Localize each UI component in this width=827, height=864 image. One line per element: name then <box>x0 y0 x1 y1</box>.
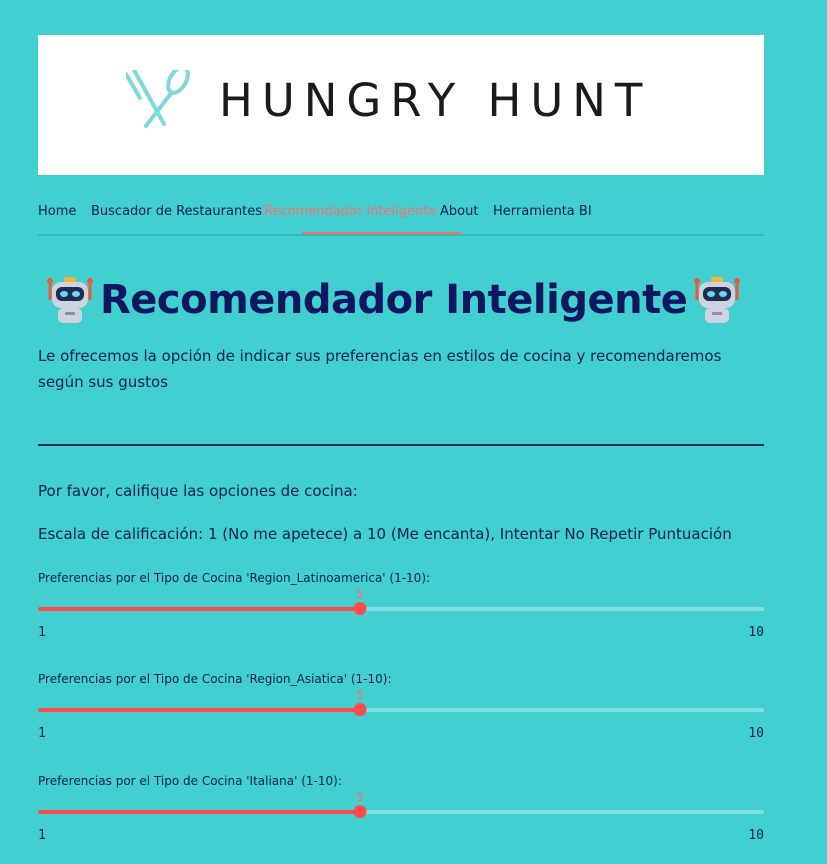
divider <box>38 444 764 446</box>
slider-track[interactable] <box>38 602 764 615</box>
fork-knife-icon <box>126 70 190 128</box>
slider-value: 5 <box>356 587 364 601</box>
slider-track[interactable] <box>38 703 764 716</box>
slider-min: 1 <box>38 726 46 741</box>
header-banner: HUNGRY HUNT <box>38 35 764 175</box>
slider-thumb[interactable] <box>353 703 367 716</box>
rating-scale-text: Escala de calificación: 1 (No me apetece… <box>38 525 732 543</box>
active-tab-indicator <box>302 232 461 234</box>
page-title-text: Recomendador Inteligente <box>100 277 688 323</box>
page-title: Recomendador Inteligente <box>44 272 743 328</box>
slider-max: 10 <box>748 726 764 741</box>
rating-prompt: Por favor, califique las opciones de coc… <box>38 482 358 500</box>
nav-item-buscador[interactable]: Buscador de Restaurantes <box>91 204 262 219</box>
slider-min: 1 <box>38 625 46 640</box>
slider-label: Preferencias por el Tipo de Cocina 'Regi… <box>38 672 392 686</box>
slider-asiatica: Preferencias por el Tipo de Cocina 'Regi… <box>38 672 764 762</box>
nav-item-home[interactable]: Home <box>38 204 76 219</box>
slider-thumb[interactable] <box>353 602 367 615</box>
slider-label: Preferencias por el Tipo de Cocina 'Ital… <box>38 774 342 788</box>
robot-icon <box>47 277 93 323</box>
slider-min: 1 <box>38 828 46 843</box>
slider-latinoamerica: Preferencias por el Tipo de Cocina 'Regi… <box>38 571 764 661</box>
slider-track[interactable] <box>38 805 764 818</box>
slider-fill <box>38 810 360 814</box>
slider-italiana: Preferencias por el Tipo de Cocina 'Ital… <box>38 774 764 864</box>
slider-max: 10 <box>748 828 764 843</box>
nav-item-recomendador[interactable]: Recomendador Inteligente <box>264 204 436 219</box>
slider-fill <box>38 607 360 611</box>
logo-text: HUNGRY HUNT <box>219 74 652 127</box>
nav-item-about[interactable]: About <box>440 204 478 219</box>
slider-label: Preferencias por el Tipo de Cocina 'Regi… <box>38 571 431 585</box>
slider-max: 10 <box>748 625 764 640</box>
slider-value: 5 <box>356 790 364 804</box>
slider-value: 5 <box>356 688 364 702</box>
slider-thumb[interactable] <box>353 805 367 818</box>
top-nav: Home Buscador de Restaurantes Recomendad… <box>38 198 764 236</box>
robot-icon <box>694 277 741 323</box>
intro-text: Le ofrecemos la opción de indicar sus pr… <box>38 347 722 391</box>
nav-item-herramienta-bi[interactable]: Herramienta BI <box>493 204 592 219</box>
slider-fill <box>38 708 360 712</box>
